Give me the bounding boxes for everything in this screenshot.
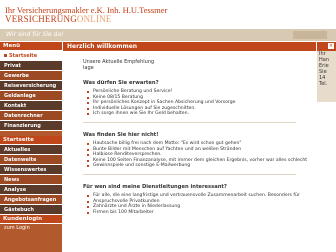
sidebar-item-aktuelles[interactable]: Aktuelles	[0, 145, 62, 155]
main-content: Unsere Aktuelle Empfehlung lage Was dürf…	[63, 52, 316, 252]
section-title: Was finden Sie hier nicht!	[83, 131, 159, 138]
sidebar-item-analyse[interactable]: Analyse	[0, 185, 62, 195]
site-logo-suffix: ONLINE	[76, 14, 112, 24]
sidebar-info-title: Startseite	[0, 136, 62, 145]
site-logo[interactable]: VERSICHERUNGONLINE	[5, 14, 112, 24]
divider	[83, 173, 296, 175]
section-title: Was dürfen Sie erwarten?	[83, 80, 159, 86]
intro-text: Unsere Aktuelle Empfehlung lage	[83, 59, 296, 71]
page-title: Herzlich willkommen	[63, 42, 316, 51]
contact-line: Tel.	[319, 81, 328, 87]
login-link[interactable]: zum Login	[0, 224, 62, 232]
sidebar-menu-title: Menü	[0, 42, 62, 51]
sidebar-item-reiseversicherung[interactable]: Reiseversicherung	[0, 81, 62, 91]
sidebar-item-privat[interactable]: Privat	[0, 61, 62, 71]
divider	[83, 121, 296, 123]
sidebar-item-gewerbe[interactable]: Gewerbe	[0, 71, 62, 81]
banner-block	[293, 31, 327, 39]
intro-line: lage	[83, 65, 94, 71]
sidebar-item-angebotsanfragen[interactable]: Angebotsanfragen	[0, 195, 62, 205]
sidebar-item-news[interactable]: News	[0, 175, 62, 185]
slogan: Wir sind für Sie da!	[6, 31, 64, 38]
sidebar-item-datenweite[interactable]: Datenweite	[0, 155, 62, 165]
site-header: Ihr Versicherungsmakler e.K. Inh. H.U.Te…	[0, 0, 336, 29]
bullet-list: Persönliche Beratung und Service! Keine …	[87, 89, 296, 117]
bullet-list: Für alle, die eine langfristige und vert…	[87, 193, 300, 216]
sidebar-item-finanzierung[interactable]: Finanzierung	[0, 121, 62, 131]
sidebar-item-geldanlage[interactable]: Geldanlage	[0, 91, 62, 101]
sidebar-item-gaestebuch[interactable]: Gästebuch	[0, 205, 62, 215]
sidebar-item-datenrechner[interactable]: Datenrechner	[0, 111, 62, 121]
sidebar: Menü Startseite Privat Gewerbe Reisevers…	[0, 42, 62, 252]
list-item: Gewinnspiele und sonstige E-Mailwerbung	[87, 163, 296, 169]
bullet-list: Hautsache billig frei nach dem Motto: "E…	[87, 141, 307, 169]
top-banner: Wir sind für Sie da!	[0, 29, 336, 41]
sidebar-item-startseite[interactable]: Startseite	[0, 51, 62, 61]
sidebar-item-wissenswertes[interactable]: Wissenswertes	[0, 165, 62, 175]
contact-box: × Ihr Han Erie Sie 14 Tel.	[317, 42, 336, 102]
list-item: Firmen bis 100 Mitarbeiter	[87, 210, 296, 216]
close-icon[interactable]: ×	[328, 43, 334, 49]
section-title: Für wen sind meine Dienstleitungen inter…	[83, 183, 227, 190]
list-item: Ich sorge ihnen wie Sie Ihr Geld behalte…	[87, 111, 296, 117]
sidebar-item-label: Startseite	[9, 53, 38, 59]
sidebar-login-title: Kundenlogin	[0, 215, 62, 224]
active-marker-icon	[4, 54, 7, 57]
sidebar-item-kontakt[interactable]: Kontakt	[0, 101, 62, 111]
site-logo-main: VERSICHERUNG	[5, 14, 77, 24]
